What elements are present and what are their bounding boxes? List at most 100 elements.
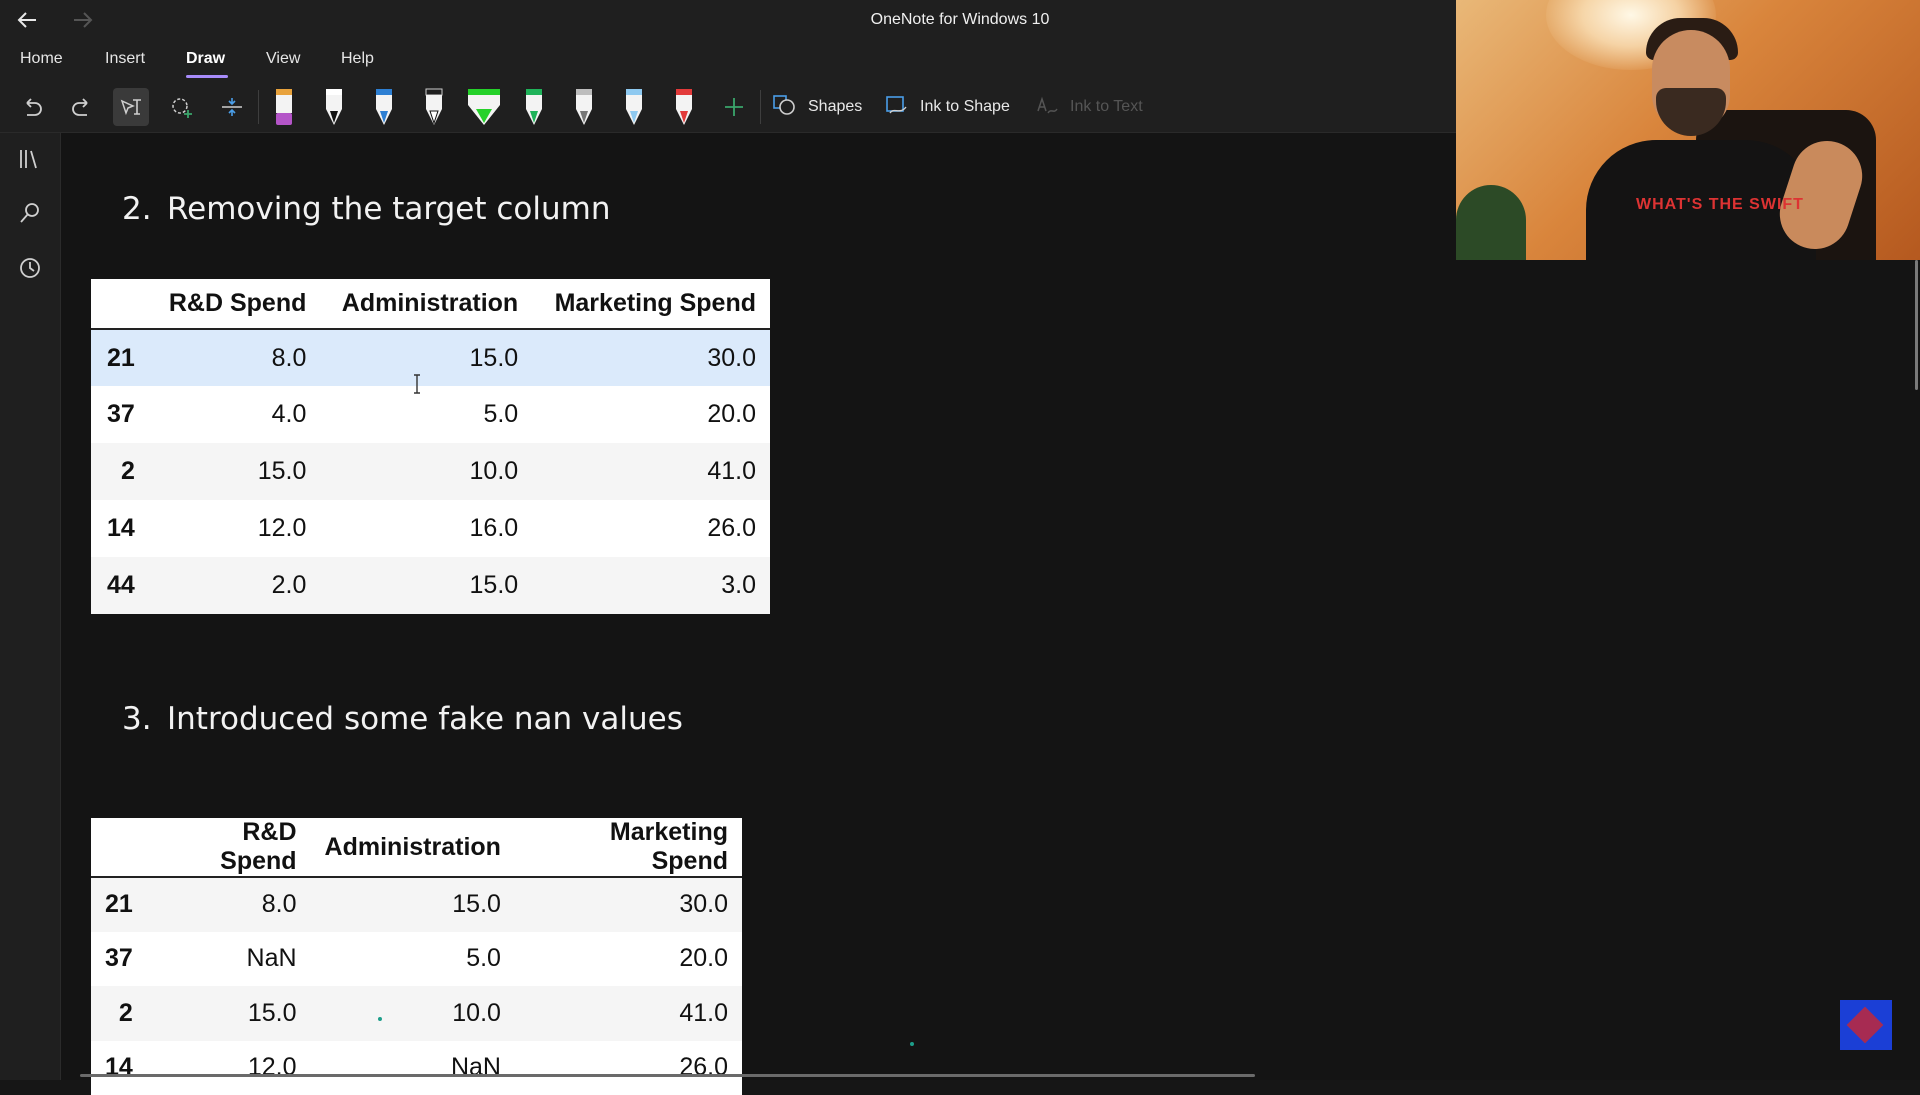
webcam-shirt-text: WHAT'S THE SWIFT: [1636, 196, 1804, 214]
table-row: 14 12.0 16.0 26.0: [91, 500, 770, 557]
tab-home[interactable]: Home: [20, 50, 63, 68]
pen-lightblue-icon[interactable]: [616, 88, 652, 126]
row-index: 44: [91, 557, 149, 614]
column-header: Marketing Spend: [532, 279, 770, 329]
pen-green-icon[interactable]: [516, 88, 552, 126]
section-number: 3.: [122, 701, 167, 737]
table-cell: 16.0: [320, 500, 532, 557]
table-cell: 15.0: [320, 557, 532, 614]
table-cell: 12.0: [149, 500, 321, 557]
table-header-row: R&D Spend Administration Marketing Spend: [91, 818, 742, 877]
horizontal-scrollbar[interactable]: [80, 1074, 1255, 1077]
pen-white-icon[interactable]: [316, 88, 352, 126]
table-cell: 5.0: [320, 386, 532, 443]
table-row: 37 NaN 5.0 20.0: [91, 932, 742, 987]
table-cell: 20.0: [515, 932, 742, 987]
table-row: 2 15.0 10.0 41.0: [91, 986, 742, 1041]
column-header: R&D Spend: [147, 818, 311, 877]
table-cell: 4.0: [149, 386, 321, 443]
recent-notes-icon[interactable]: [16, 254, 44, 282]
redo-icon[interactable]: [64, 88, 100, 126]
pen-blue-icon[interactable]: [366, 88, 402, 126]
table-cell: 41.0: [532, 443, 770, 500]
row-index: 2: [91, 443, 149, 500]
table-cell: 30.0: [532, 329, 770, 386]
webcam-overlay: WHAT'S THE SWIFT: [1456, 0, 1920, 260]
table-cell: 15.0: [320, 329, 532, 386]
highlighter-green-icon[interactable]: [464, 88, 504, 126]
table-cell: 10.0: [311, 986, 515, 1041]
ink-to-shape-button[interactable]: Ink to Shape: [884, 92, 1010, 122]
column-header: Administration: [320, 279, 532, 329]
table-cell: 8.0: [149, 329, 321, 386]
ink-to-text-button[interactable]: Ink to Text: [1034, 92, 1143, 122]
undo-icon[interactable]: [14, 88, 50, 126]
table-cell: NaN: [311, 1041, 515, 1095]
table-cell: 15.0: [147, 986, 311, 1041]
notebooks-icon[interactable]: [16, 145, 44, 173]
tab-insert[interactable]: Insert: [105, 50, 145, 68]
toolbar-separator: [258, 90, 259, 124]
ink-to-text-label: Ink to Text: [1070, 98, 1143, 116]
table-row: 14 12.0 NaN 26.0: [91, 1041, 742, 1095]
webcam-plant: [1456, 185, 1526, 260]
table-cell: 2.0: [149, 557, 321, 614]
table-cell: 41.0: [515, 986, 742, 1041]
pen-red-icon[interactable]: [666, 88, 702, 126]
search-icon[interactable]: [16, 199, 44, 227]
table-cell: 20.0: [532, 386, 770, 443]
pen-white-2-icon[interactable]: [416, 88, 452, 126]
row-index: 21: [91, 877, 147, 932]
toolbar-separator: [760, 90, 761, 124]
add-pen-icon[interactable]: [716, 88, 752, 126]
table-cell: 15.0: [311, 877, 515, 932]
tab-help[interactable]: Help: [341, 50, 374, 68]
column-header: Administration: [311, 818, 515, 877]
table-cell: 3.0: [532, 557, 770, 614]
table-cell: 26.0: [532, 500, 770, 557]
ink-dot: [910, 1042, 914, 1046]
highlighter-orange-icon[interactable]: [266, 88, 302, 126]
table-cell: NaN: [147, 932, 311, 987]
section-title: Introduced some fake nan values: [167, 701, 683, 737]
table-row: 37 4.0 5.0 20.0: [91, 386, 770, 443]
section-number: 2.: [122, 191, 167, 227]
table-cell: 12.0: [147, 1041, 311, 1095]
column-header: R&D Spend: [149, 279, 321, 329]
table-cell: 10.0: [320, 443, 532, 500]
row-index: 21: [91, 329, 149, 386]
table-row: 2 15.0 10.0 41.0: [91, 443, 770, 500]
section-title: Removing the target column: [167, 191, 610, 227]
ink-to-shape-label: Ink to Shape: [920, 98, 1010, 116]
tab-view[interactable]: View: [266, 50, 300, 68]
row-index: 37: [91, 932, 147, 987]
add-space-icon[interactable]: [214, 88, 250, 126]
table-row: 21 8.0 15.0 30.0: [91, 329, 770, 386]
lasso-select-icon[interactable]: [164, 88, 200, 126]
table-cell: 15.0: [149, 443, 321, 500]
column-header: [91, 818, 147, 877]
tab-draw[interactable]: Draw: [186, 50, 225, 68]
dataframe-table-with-nan: R&D Spend Administration Marketing Spend…: [91, 818, 742, 1095]
column-header: [91, 279, 149, 329]
ink-to-text-icon: [1034, 93, 1060, 122]
pen-gray-icon[interactable]: [566, 88, 602, 126]
text-cursor-icon: [412, 374, 422, 394]
section-heading-2: 2.Removing the target column: [122, 191, 610, 227]
column-header: Marketing Spend: [515, 818, 742, 877]
active-tab-indicator: [186, 75, 228, 78]
vertical-scrollbar[interactable]: [1915, 260, 1918, 390]
shapes-label: Shapes: [808, 98, 862, 116]
table-cell: 5.0: [311, 932, 515, 987]
table-cell: 30.0: [515, 877, 742, 932]
table-row: 44 2.0 15.0 3.0: [91, 557, 770, 614]
row-index: 14: [91, 500, 149, 557]
row-index: 37: [91, 386, 149, 443]
ink-dot: [378, 1017, 382, 1021]
shapes-icon: [772, 93, 798, 122]
row-index: 2: [91, 986, 147, 1041]
table-row: 21 8.0 15.0 30.0: [91, 877, 742, 932]
type-select-icon[interactable]: [113, 88, 149, 126]
table-header-row: R&D Spend Administration Marketing Spend: [91, 279, 770, 329]
shapes-button[interactable]: Shapes: [772, 92, 862, 122]
